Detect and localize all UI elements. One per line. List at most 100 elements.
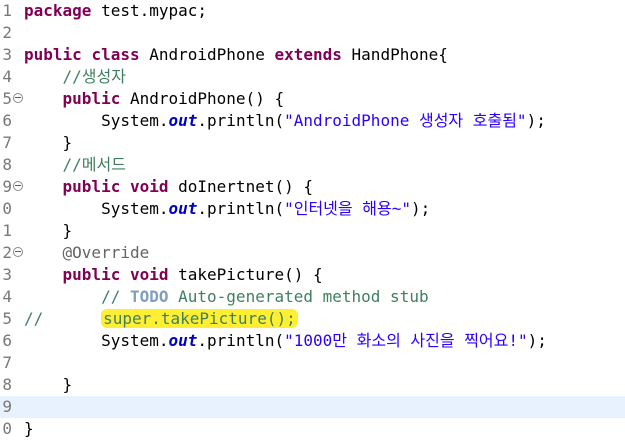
code-text: public void takePicture() { — [24, 264, 323, 286]
line-number: 2 — [2, 23, 12, 42]
line-gutter: 2 — [0, 242, 24, 264]
code-token: public — [24, 45, 82, 64]
code-line[interactable]: 5 // super.takePicture(); — [0, 308, 625, 330]
line-gutter: 2 — [0, 22, 24, 44]
code-line[interactable]: 1 package test.mypac; — [0, 0, 625, 22]
code-line[interactable]: 7 } — [0, 132, 625, 154]
code-line[interactable]: 2 — [0, 22, 625, 44]
code-line[interactable]: 8 //메서드 — [0, 154, 625, 176]
code-line[interactable]: 5 public AndroidPhone() { — [0, 88, 625, 110]
code-line[interactable]: 4 // TODO Auto-generated method stub — [0, 286, 625, 308]
line-gutter: 3 — [0, 264, 24, 286]
code-token: out — [168, 111, 198, 130]
code-token: } — [24, 133, 73, 152]
code-token: AndroidPhone() { — [120, 89, 285, 108]
code-token: doInertnet() { — [168, 177, 313, 196]
code-token: } — [24, 221, 73, 240]
code-text: @Override — [24, 242, 150, 264]
code-text: } — [24, 220, 73, 242]
code-token: .println( — [197, 331, 285, 350]
line-gutter: 9 — [0, 396, 24, 418]
code-line[interactable]: 3 public class AndroidPhone extends HandP… — [0, 44, 625, 66]
line-gutter: 8 — [0, 154, 24, 176]
line-gutter: 6 — [0, 110, 24, 132]
line-number: 4 — [2, 287, 12, 306]
code-editor[interactable]: 1 package test.mypac; 2 3 public class Andro… — [0, 0, 625, 446]
line-gutter: 3 — [0, 44, 24, 66]
code-text: // TODO Auto-generated method stub — [24, 286, 429, 308]
code-text: //메서드 — [24, 154, 126, 176]
line-gutter: 7 — [0, 132, 24, 154]
line-number: 9 — [2, 177, 12, 196]
code-token: .println( — [197, 199, 285, 218]
line-number: 5 — [2, 89, 12, 108]
code-line[interactable]: 0 System.out.println("인터넷을 해용~"); — [0, 198, 625, 220]
code-token: .println( — [197, 111, 285, 130]
code-line[interactable]: 4 //생성자 — [0, 66, 625, 88]
code-line[interactable]: 2 @Override — [0, 242, 625, 264]
code-line[interactable]: 9 public void doInertnet() { — [0, 176, 625, 198]
code-token: @Override — [62, 243, 150, 262]
line-number: 3 — [2, 45, 12, 64]
code-token: "인터넷을 해용~" — [284, 199, 411, 218]
code-line[interactable]: 6 System.out.println("1000만 화소의 사진을 찍어요!… — [0, 330, 625, 352]
line-gutter: 4 — [0, 66, 24, 88]
line-number: 1 — [2, 221, 12, 240]
line-gutter: 7 — [0, 352, 24, 374]
code-token: ); — [526, 111, 546, 130]
code-text: public AndroidPhone() { — [24, 88, 285, 110]
code-token: Auto-generated method stub — [168, 287, 429, 306]
code-line[interactable]: 7 — [0, 352, 625, 374]
line-gutter: 5 — [0, 88, 24, 110]
code-line[interactable]: 0} — [0, 418, 625, 440]
line-number: 2 — [2, 243, 12, 262]
code-line[interactable]: 1 } — [0, 220, 625, 242]
code-line[interactable]: 6 System.out.println("AndroidPhone 생성자 호… — [0, 110, 625, 132]
code-text: public void doInertnet() { — [24, 176, 313, 198]
code-token: ); — [527, 331, 547, 350]
fold-collapse-icon[interactable] — [13, 181, 23, 191]
line-number: 6 — [2, 331, 12, 350]
fold-collapse-icon[interactable] — [13, 93, 23, 103]
code-token: void — [129, 177, 169, 196]
line-number: 4 — [2, 67, 12, 86]
code-token: void — [129, 265, 169, 284]
code-token: public — [62, 265, 121, 284]
line-number: 7 — [2, 133, 12, 152]
code-text: // super.takePicture(); — [24, 308, 298, 330]
line-gutter: 1 — [0, 0, 24, 22]
code-line[interactable]: 9 — [0, 396, 625, 418]
code-token: System. — [24, 199, 169, 218]
code-token: System. — [24, 111, 169, 130]
line-number: 5 — [2, 309, 12, 328]
line-number: 1 — [2, 1, 12, 20]
code-token: test.mypac; — [91, 1, 208, 20]
code-text: //생성자 — [24, 66, 126, 88]
line-number: 6 — [2, 111, 12, 130]
line-number: 3 — [2, 265, 12, 284]
line-number: 0 — [2, 419, 12, 438]
code-text: System.out.println("AndroidPhone 생성자 호출됨… — [24, 110, 546, 132]
code-text: System.out.println("인터넷을 해용~"); — [24, 198, 430, 220]
code-line[interactable]: 8 } — [0, 374, 625, 396]
line-number: 7 — [2, 353, 12, 372]
code-token: //생성자 — [62, 67, 126, 86]
code-token: public — [62, 89, 121, 108]
code-token: //메서드 — [62, 155, 126, 174]
code-token: out — [168, 331, 198, 350]
line-number: 8 — [2, 155, 12, 174]
fold-collapse-icon[interactable] — [13, 247, 23, 257]
line-number: 0 — [2, 199, 12, 218]
line-gutter: 5 — [0, 308, 24, 330]
code-token: package — [24, 1, 92, 20]
code-line[interactable]: 3 public void takePicture() { — [0, 264, 625, 286]
code-token: } — [24, 419, 34, 438]
line-gutter: 0 — [0, 418, 24, 440]
